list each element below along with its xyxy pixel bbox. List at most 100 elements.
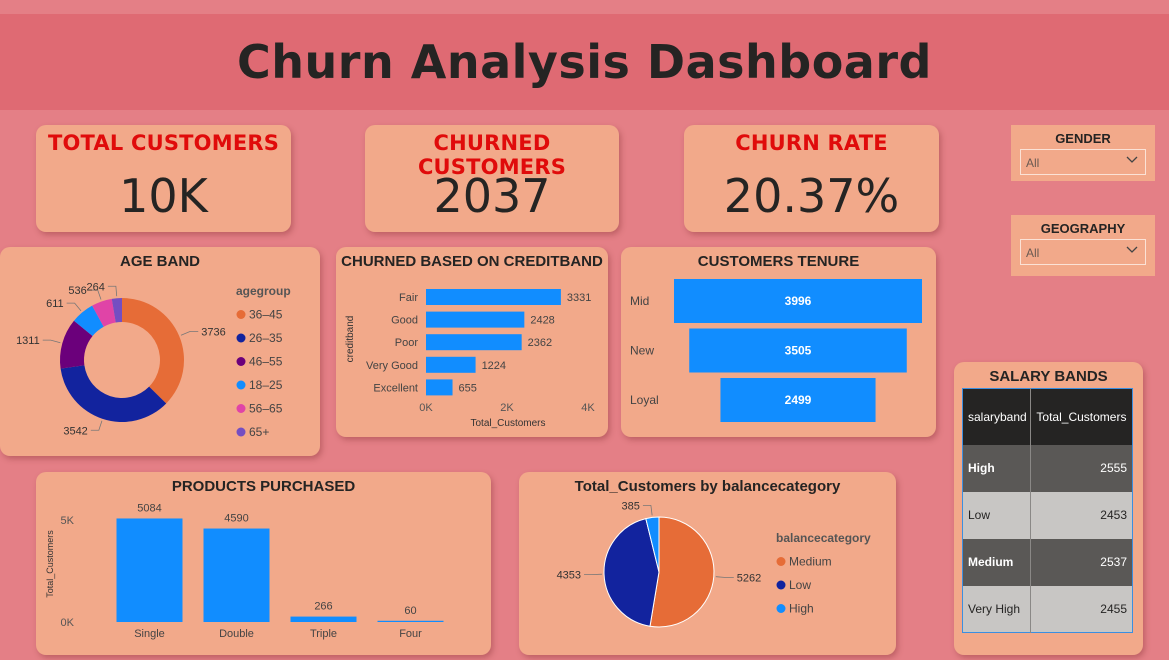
kpi-value: 10K xyxy=(119,169,208,223)
visual-title: CUSTOMERS TENURE xyxy=(697,253,860,270)
data-label: 266 xyxy=(314,601,332,613)
bar xyxy=(426,379,453,396)
visual-title: SALARY BANDS xyxy=(989,368,1108,385)
legend-marker xyxy=(236,357,246,366)
legend-label: 36–45 xyxy=(249,308,283,322)
data-label: 3331 xyxy=(567,292,591,304)
slicer-title: GENDER xyxy=(1055,131,1111,146)
salary-bands-visual[interactable]: SALARY BANDS salaryband Total_Customers … xyxy=(954,362,1143,655)
tick-label: 2K xyxy=(500,402,514,414)
data-label: 2499 xyxy=(785,393,812,407)
kpi-label: CHURN RATE xyxy=(735,131,888,155)
legend-label: 46–55 xyxy=(249,355,283,369)
data-label: 536 xyxy=(68,285,86,297)
legend-marker xyxy=(776,557,786,566)
data-label: 2362 xyxy=(528,337,552,349)
category-label: Poor xyxy=(395,337,419,349)
visual-title: PRODUCTS PURCHASED xyxy=(171,478,356,495)
creditband-visual[interactable]: CHURNED BASED ON CREDITBAND Fair 3331 Good… xyxy=(336,247,608,437)
legend-label: Medium xyxy=(789,555,832,569)
tenure-funnel-chart: 3996 Mid 3505 New 2499 Loyal xyxy=(630,279,922,422)
table-cell: High xyxy=(962,444,1031,492)
category-label: Fair xyxy=(399,292,418,304)
salary-bands-table: salaryband Total_Customers High 2555 Low… xyxy=(962,388,1133,633)
pie-slice xyxy=(122,298,184,404)
table-cell: 2453 xyxy=(1030,491,1133,539)
table-cell: 2455 xyxy=(1030,585,1133,633)
leader-line xyxy=(642,505,653,516)
legend-title: balancecategory xyxy=(776,531,871,545)
legend-marker xyxy=(236,310,246,319)
data-label: 5084 xyxy=(137,502,161,514)
tenure-visual[interactable]: CUSTOMERS TENURE 3996 Mid 3505 New 2499 Loyal xyxy=(621,247,936,437)
table-cell: 2537 xyxy=(1030,538,1133,586)
bar xyxy=(203,528,270,622)
table-row[interactable]: Medium 2537 xyxy=(962,538,1133,586)
leader-line xyxy=(42,339,61,344)
legend-marker xyxy=(776,580,786,590)
category-label: New xyxy=(630,344,654,358)
bar xyxy=(116,518,183,622)
leader-line xyxy=(107,285,118,297)
age-band-visual[interactable]: AGE BAND 3736 3542 1311 611 536 264 agegroup 36… xyxy=(0,247,320,456)
data-label: 3736 xyxy=(201,326,225,338)
chevron-down-icon xyxy=(1126,246,1138,253)
leader-line xyxy=(180,330,199,336)
category-label: Single xyxy=(134,628,165,640)
geography-dropdown[interactable]: All xyxy=(1020,239,1146,265)
kpi-value: 2037 xyxy=(433,169,551,223)
legend-label: 18–25 xyxy=(249,378,283,392)
slicer-value: All xyxy=(1026,156,1040,170)
balance-category-visual[interactable]: Total_Customers by balancecategory 5262 4… xyxy=(519,472,896,655)
data-label: 611 xyxy=(46,298,64,310)
geography-slicer[interactable]: GEOGRAPHY All xyxy=(1011,215,1155,276)
data-label: 3996 xyxy=(785,294,812,308)
bar xyxy=(426,334,522,351)
category-label: Triple xyxy=(310,628,337,640)
data-label: 3505 xyxy=(785,344,812,358)
pie-slice xyxy=(60,365,167,422)
kpi-card-churned-customers[interactable]: CHURNED CUSTOMERS 2037 xyxy=(365,125,619,232)
dashboard-header: Churn Analysis Dashboard xyxy=(0,14,1169,110)
data-label: 2428 xyxy=(530,315,554,327)
data-label: 385 xyxy=(622,500,640,512)
data-label: 1224 xyxy=(482,360,506,372)
tick-label: 0K xyxy=(61,617,75,629)
products-purchased-visual[interactable]: PRODUCTS PURCHASED 5084 Single 4590 Double 2… xyxy=(36,472,491,655)
tick-label: 5K xyxy=(61,515,75,527)
table-row[interactable]: High 2555 xyxy=(962,444,1133,492)
data-label: 3542 xyxy=(63,425,87,437)
legend-marker xyxy=(236,333,246,343)
kpi-card-churn-rate[interactable]: CHURN RATE 20.37% xyxy=(684,125,939,232)
age-band-donut-chart: 3736 3542 1311 611 536 264 agegroup 36–45 26–35 4… xyxy=(16,281,291,439)
gender-dropdown[interactable]: All xyxy=(1020,149,1146,175)
data-label: 60 xyxy=(404,605,416,617)
products-column-chart: 5084 Single 4590 Double 266 Triple 60 Four 0K 5K T… xyxy=(45,502,444,640)
pie-slice xyxy=(649,516,715,628)
category-label: Excellent xyxy=(373,382,418,394)
gender-slicer[interactable]: GENDER All xyxy=(1011,125,1155,181)
column-header[interactable]: salaryband xyxy=(962,388,1031,445)
category-label: Double xyxy=(219,628,254,640)
slicer-title: GEOGRAPHY xyxy=(1040,221,1126,236)
balance-pie-chart: 5262 4353 385 balancecategory Medium Low High xyxy=(557,500,871,628)
table-row[interactable]: Low 2453 xyxy=(962,491,1133,539)
kpi-card-total-customers[interactable]: TOTAL CUSTOMERS 10K xyxy=(36,125,291,232)
table-cell: Medium xyxy=(962,538,1031,586)
bar xyxy=(426,289,561,305)
leader-line xyxy=(66,302,82,312)
column-header[interactable]: Total_Customers xyxy=(1030,388,1133,445)
bar xyxy=(426,356,476,373)
legend-title: agegroup xyxy=(236,284,291,298)
visual-title: Total_Customers by balancecategory xyxy=(574,478,841,495)
bar xyxy=(290,616,357,622)
legend-label: Low xyxy=(789,578,811,592)
table-row[interactable]: Very High 2455 xyxy=(962,585,1133,633)
category-label: Four xyxy=(399,628,422,640)
page-title: Churn Analysis Dashboard xyxy=(237,35,932,89)
data-label: 5262 xyxy=(737,573,761,585)
axis-title: Total_Customers xyxy=(45,530,55,598)
legend-label: 65+ xyxy=(249,425,269,439)
table-cell: Very High xyxy=(962,585,1031,633)
data-label: 4353 xyxy=(557,570,581,582)
